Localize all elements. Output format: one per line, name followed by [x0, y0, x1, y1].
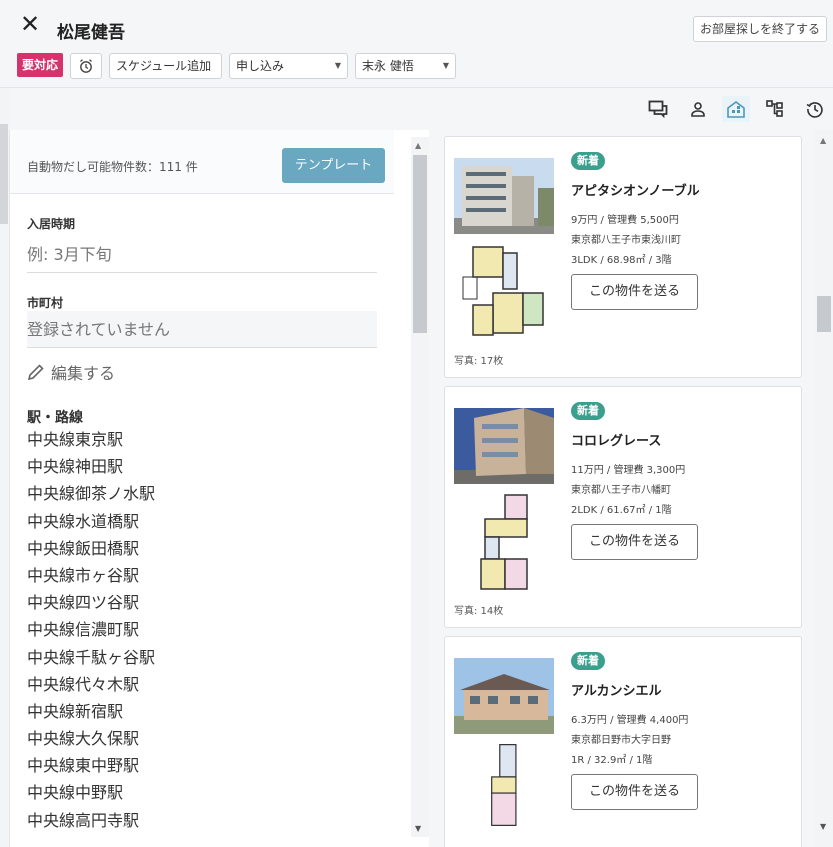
station-item: 中央線東京駅 — [27, 430, 124, 449]
station-item: 中央線代々木駅 — [27, 674, 140, 694]
property-price: 6.3万円 / 管理費 4,400円 — [571, 715, 689, 726]
property-photo[interactable] — [454, 408, 554, 484]
photo-count: 写真: 17枚 — [454, 356, 504, 367]
urgent-tag[interactable]: 要対応 — [17, 53, 64, 77]
station-item: 中央線千駄ヶ谷駅 — [27, 647, 156, 667]
status-select[interactable]: 申し込み ▼ — [229, 53, 349, 79]
template-button[interactable]: テンプレート — [282, 148, 385, 183]
tab-flow[interactable] — [761, 96, 789, 122]
chat-icon — [648, 100, 668, 118]
caret-down-icon: ▼ — [334, 61, 342, 70]
close-icon[interactable]: ✕ — [20, 12, 42, 36]
alarm-button[interactable] — [70, 53, 103, 79]
stations-label: 駅・路線 — [27, 410, 83, 426]
property-address: 東京都日野市大字日野 — [571, 735, 671, 746]
scroll-down-arrow-icon[interactable]: ▼ — [820, 822, 826, 831]
property-price: 11万円 / 管理費 3,300円 — [571, 465, 686, 476]
left-panel-scrollbar-thumb[interactable] — [413, 155, 427, 333]
new-badge: 新着 — [571, 152, 605, 170]
property-layout: 1R / 32.9㎡ / 1階 — [571, 755, 653, 766]
page-scrollbar[interactable] — [0, 88, 9, 847]
station-item: 中央線信濃町駅 — [27, 620, 140, 640]
right-panel-scrollbar[interactable]: ▲ ▼ — [815, 130, 833, 847]
property-card: 写真: 14枚 新着 コロレグレース 11万円 / 管理費 3,300円 東京都… — [444, 386, 802, 628]
new-badge: 新着 — [571, 402, 605, 420]
property-name[interactable]: コロレグレース — [571, 430, 661, 449]
status-select-value: 申し込み — [236, 59, 285, 73]
city-label: 市町村 — [27, 296, 64, 310]
property-layout: 3LDK / 68.98㎡ / 3階 — [571, 255, 672, 266]
assignee-select-value: 末永 健悟 — [362, 59, 414, 73]
assignee-select[interactable]: 末永 健悟 ▼ — [355, 53, 457, 79]
property-name[interactable]: アルカンシエル — [571, 680, 661, 699]
available-count-box: 自動物だし可能物件数：111 件 テンプレート — [10, 130, 394, 194]
city-field[interactable]: 登録されていません — [27, 311, 377, 348]
floor-plan-image[interactable] — [459, 493, 547, 597]
alarm-clock-icon — [80, 59, 92, 73]
property-address: 東京都八王子市東浅川町 — [571, 235, 681, 246]
customer-name: 松尾健吾 — [57, 23, 125, 43]
station-item: 中央線高円寺駅 — [27, 810, 140, 830]
panel-tabs — [0, 88, 833, 130]
property-layout: 2LDK / 61.67㎡ / 1階 — [571, 505, 672, 516]
scroll-down-arrow-icon[interactable]: ▼ — [415, 824, 421, 833]
property-card: 新着 アルカンシエル 6.3万円 / 管理費 4,400円 東京都日野市大字日野… — [444, 636, 802, 847]
flowchart-icon — [766, 100, 783, 117]
new-badge: 新着 — [571, 652, 605, 670]
send-property-button[interactable]: この物件を送る — [571, 774, 698, 810]
station-item: 中央線新宿駅 — [27, 701, 124, 721]
available-count: 自動物だし可能物件数：111 件 — [27, 160, 198, 174]
station-item: 中央線御茶ノ水駅 — [27, 484, 156, 504]
floor-plan-image[interactable] — [459, 743, 547, 827]
send-property-button[interactable]: この物件を送る — [571, 524, 698, 560]
customer-conditions-panel: 自動物だし可能物件数：111 件 テンプレート 入居時期 例: 3月下旬 市町村… — [9, 130, 394, 847]
station-item: 中央線東中野駅 — [27, 756, 140, 776]
move-in-label: 入居時期 — [27, 217, 76, 231]
page-scrollbar-thumb[interactable] — [0, 124, 8, 224]
property-photo[interactable] — [454, 658, 554, 734]
person-icon — [691, 102, 705, 117]
property-card: 写真: 17枚 新着 アピタシオンノーブル 9万円 / 管理費 5,500円 東… — [444, 136, 802, 378]
station-item: 中央線四ツ谷駅 — [27, 593, 140, 613]
stations-list: 中央線東京駅 中央線神田駅 中央線御茶ノ水駅 中央線水道橋駅 中央線飯田橋駅 中… — [27, 426, 155, 834]
send-property-button[interactable]: この物件を送る — [571, 274, 698, 310]
end-search-button[interactable]: お部屋探しを終了する — [692, 16, 827, 42]
caret-down-icon: ▼ — [442, 61, 450, 70]
toolbar: 要対応 スケジュール追加 申し込み ▼ 末永 健悟 ▼ — [17, 53, 457, 79]
header: ✕ 松尾健吾 お部屋探しを終了する 要対応 スケジュール追加 申し込み ▼ 末永… — [0, 0, 833, 88]
edit-link[interactable]: 編集する — [27, 360, 115, 384]
property-address: 東京都八王子市八幡町 — [571, 485, 671, 496]
tab-chat[interactable] — [644, 96, 672, 122]
station-item: 中央線中野駅 — [27, 783, 124, 803]
property-price: 9万円 / 管理費 5,500円 — [571, 215, 679, 226]
tab-properties[interactable] — [722, 96, 750, 122]
tab-history[interactable] — [801, 96, 829, 122]
right-panel-scrollbar-thumb[interactable] — [817, 296, 831, 332]
left-panel-scrollbar[interactable]: ▲ ▼ — [411, 137, 429, 837]
scroll-up-arrow-icon[interactable]: ▲ — [415, 141, 421, 150]
move-in-field[interactable]: 例: 3月下旬 — [27, 236, 377, 273]
property-photo[interactable] — [454, 158, 554, 234]
photo-count: 写真: 14枚 — [454, 606, 504, 617]
station-item: 中央線大久保駅 — [27, 729, 140, 749]
history-icon — [806, 102, 823, 118]
chat-panel: ✕ 松尾健吾 お部屋探しを終了する 要対応 スケジュール追加 申し込み ▼ 末永… — [0, 0, 833, 847]
station-item: 中央線神田駅 — [27, 457, 124, 477]
station-item: 中央線水道橋駅 — [27, 511, 140, 531]
station-item: 中央線市ヶ谷駅 — [27, 565, 140, 585]
scroll-up-arrow-icon[interactable]: ▲ — [820, 136, 826, 145]
tab-profile[interactable] — [684, 96, 712, 122]
property-list-panel: 写真: 17枚 新着 アピタシオンノーブル 9万円 / 管理費 5,500円 東… — [429, 130, 815, 847]
property-name[interactable]: アピタシオンノーブル — [571, 180, 700, 199]
building-icon — [727, 101, 745, 118]
station-item: 中央線飯田橋駅 — [27, 538, 140, 558]
pencil-icon — [27, 364, 44, 381]
floor-plan-image[interactable] — [459, 243, 547, 347]
edit-link-label: 編集する — [51, 364, 116, 383]
add-schedule-button[interactable]: スケジュール追加 — [109, 53, 223, 79]
